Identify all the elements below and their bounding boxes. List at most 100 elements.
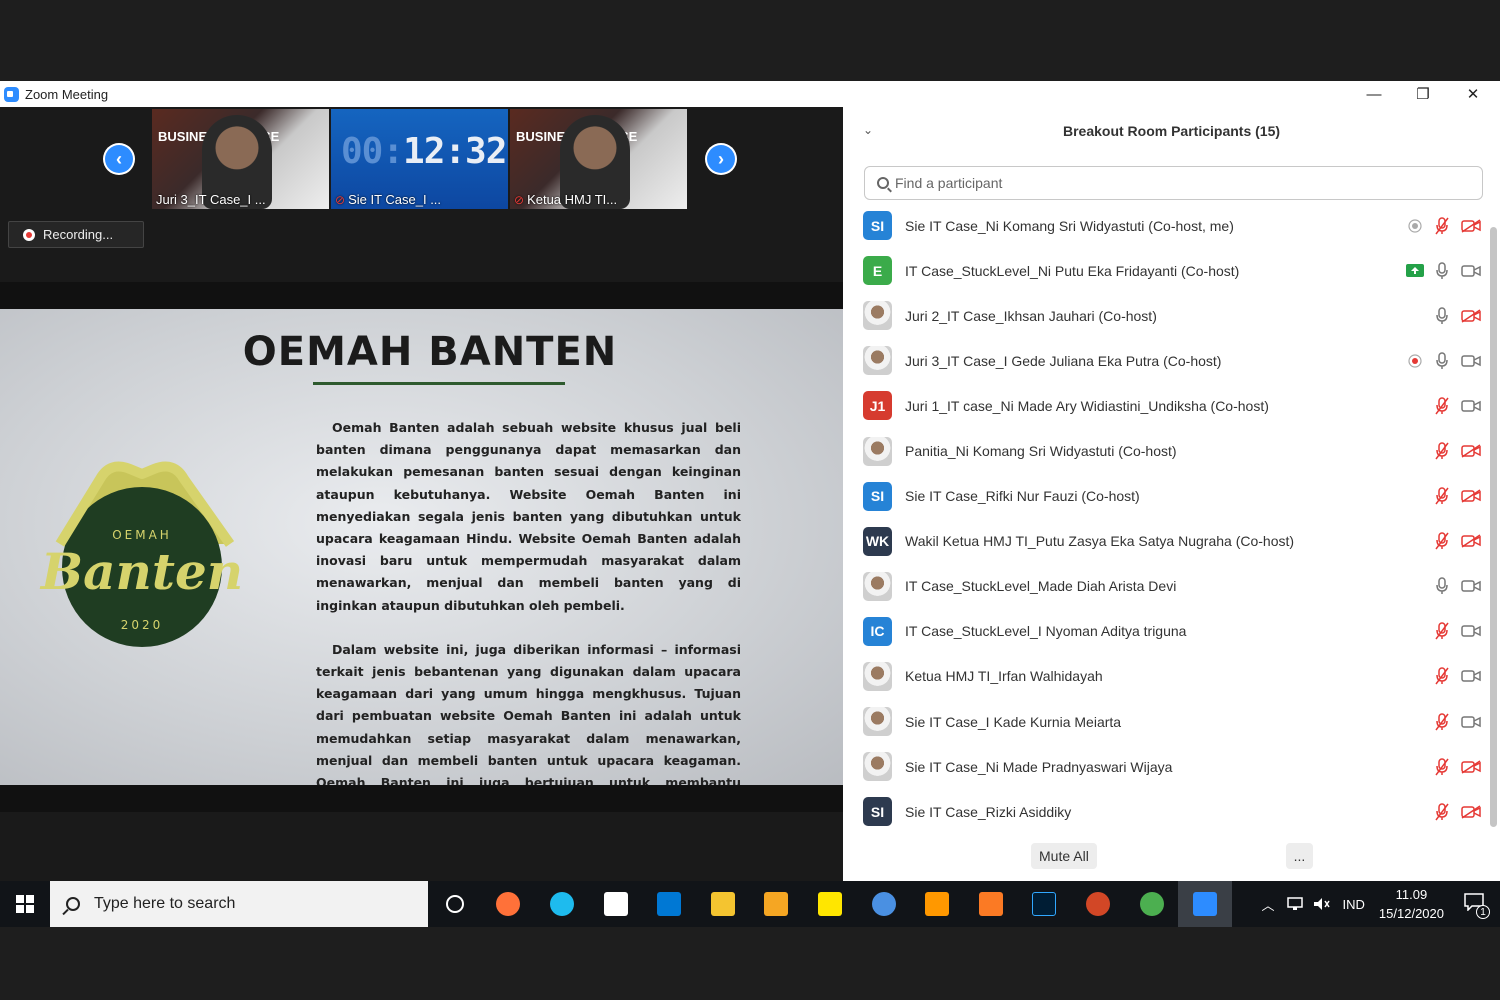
video-off-icon[interactable]	[1460, 487, 1482, 505]
taskbar-internet-explorer-button[interactable]	[535, 881, 589, 927]
video-thumbnail[interactable]: BUSINESS IT CASE Juri 3_IT Case_I ...	[152, 109, 329, 209]
participant-name: Ketua HMJ TI_Irfan Walhidayah	[905, 668, 1103, 685]
video-camera-icon[interactable]	[1460, 667, 1482, 685]
microphone-muted-icon[interactable]	[1433, 532, 1451, 550]
restore-button[interactable]: ❐	[1399, 81, 1447, 107]
participant-row[interactable]: SI Sie IT Case_Ni Komang Sri Widyastuti (…	[843, 203, 1490, 248]
video-off-icon[interactable]	[1460, 307, 1482, 325]
timer-display: 00:12:32	[341, 131, 507, 172]
microphone-icon[interactable]	[1433, 352, 1451, 370]
close-button[interactable]: ✕	[1449, 81, 1497, 107]
video-camera-icon[interactable]	[1460, 577, 1482, 595]
microphone-muted-icon[interactable]	[1433, 712, 1451, 731]
microphone-muted-icon[interactable]	[1433, 667, 1451, 685]
mic-muted-icon: ⊘	[335, 193, 346, 207]
video-off-icon[interactable]	[1460, 532, 1482, 550]
title-underline	[313, 382, 565, 385]
video-off-icon[interactable]	[1460, 442, 1482, 460]
microphone-muted-icon[interactable]	[1433, 442, 1451, 460]
video-camera-icon[interactable]	[1460, 397, 1482, 415]
mute-all-button[interactable]: Mute All	[1031, 843, 1097, 869]
participant-row[interactable]: J1 Juri 1_IT case_Ni Made Ary Widiastini_…	[843, 383, 1490, 428]
participant-row[interactable]: Ketua HMJ TI_Irfan Walhidayah	[843, 654, 1490, 699]
taskbar-media-player-button[interactable]	[750, 881, 804, 927]
video-camera-icon[interactable]	[1460, 713, 1482, 731]
participant-status-icons	[1424, 397, 1482, 415]
avatar: SI	[863, 797, 892, 827]
participant-row[interactable]: Juri 2_IT Case_Ikhsan Jauhari (Co-host)	[843, 293, 1490, 338]
video-off-icon[interactable]	[1460, 803, 1482, 821]
start-button[interactable]	[0, 881, 50, 927]
minimize-button[interactable]: —	[1350, 81, 1398, 107]
internet-explorer-icon	[549, 892, 574, 916]
video-camera-icon[interactable]	[1460, 352, 1482, 370]
participant-row[interactable]: Sie IT Case_I Kade Kurnia Meiarta	[843, 699, 1490, 744]
taskbar-task-view-button[interactable]	[428, 881, 482, 927]
taskbar-file-explorer-button[interactable]	[696, 881, 750, 927]
participant-row[interactable]: IT Case_StuckLevel_Made Diah Arista Devi	[843, 564, 1490, 609]
chevron-right-icon: ›	[707, 145, 735, 173]
participant-row[interactable]: Sie IT Case_Ni Made Pradnyaswari Wijaya	[843, 744, 1490, 789]
microphone-muted-icon[interactable]	[1433, 397, 1451, 415]
video-camera-icon[interactable]	[1460, 262, 1482, 280]
taskbar-clock[interactable]: 11.09 15/12/2020	[1379, 885, 1444, 923]
video-thumbnail[interactable]: BUSINESS IT CASE ⊘Ketua HMJ TI...	[510, 109, 687, 209]
participant-row[interactable]: Juri 3_IT Case_I Gede Juliana Eka Putra …	[843, 338, 1490, 383]
taskbar-store-button[interactable]	[589, 881, 643, 927]
share-border-top	[0, 282, 843, 309]
participant-status-icons	[1424, 442, 1482, 460]
previous-page-button[interactable]: ‹	[103, 143, 135, 175]
taskbar-zoom-button[interactable]	[1178, 881, 1232, 927]
network-icon[interactable]	[1286, 897, 1305, 911]
language-indicator[interactable]: IND	[1343, 897, 1365, 912]
participant-status-icons	[1397, 261, 1482, 280]
microphone-icon[interactable]	[1433, 261, 1451, 280]
recording-indicator[interactable]: Recording...	[8, 221, 144, 248]
participant-row[interactable]: SI Sie IT Case_Rifki Nur Fauzi (Co-host)	[843, 474, 1490, 519]
participant-name: Sie IT Case_Rifki Nur Fauzi (Co-host)	[905, 488, 1140, 505]
notifications-button[interactable]: 1	[1464, 893, 1490, 919]
taskbar-xampp-button[interactable]	[964, 881, 1018, 927]
volume-icon[interactable]	[1313, 897, 1331, 911]
participant-search-input[interactable]: Find a participant	[864, 166, 1483, 200]
participant-row[interactable]: WK Wakil Ketua HMJ TI_Putu Zasya Eka Saty…	[843, 519, 1490, 564]
participant-row[interactable]: IC IT Case_StuckLevel_I Nyoman Aditya tri…	[843, 609, 1490, 654]
next-page-button[interactable]: ›	[705, 143, 737, 175]
microphone-muted-icon[interactable]	[1433, 803, 1451, 821]
microphone-muted-icon[interactable]	[1433, 216, 1451, 235]
microphone-muted-icon[interactable]	[1433, 757, 1451, 776]
slide-body: Oemah Banten adalah sebuah website khusu…	[316, 417, 741, 785]
search-icon	[66, 897, 80, 911]
windows-logo-icon	[16, 895, 34, 913]
taskbar-sticky-notes-button[interactable]	[803, 881, 857, 927]
taskbar-sublime-text-button[interactable]	[910, 881, 964, 927]
participant-name: IT Case_StuckLevel_Ni Putu Eka Fridayant…	[905, 262, 1240, 279]
participant-list-scrollbar[interactable]	[1490, 227, 1497, 827]
video-camera-icon[interactable]	[1460, 622, 1482, 640]
taskbar-mail-button[interactable]	[642, 881, 696, 927]
participant-row[interactable]: SI Sie IT Case_Rizki Asiddiky	[843, 789, 1490, 834]
mic-muted-icon: ⊘	[514, 193, 525, 207]
participant-name: Juri 3_IT Case_I Gede Juliana Eka Putra …	[905, 352, 1222, 369]
taskbar-chrome-button[interactable]	[1125, 881, 1179, 927]
show-hidden-icons-icon[interactable]: ︿	[1262, 895, 1275, 914]
slide-paragraph: Dalam website ini, juga diberikan inform…	[316, 641, 741, 785]
microphone-icon[interactable]	[1433, 577, 1451, 595]
microphone-icon[interactable]	[1433, 306, 1451, 325]
participant-row[interactable]: E IT Case_StuckLevel_Ni Putu Eka Fridayan…	[843, 248, 1490, 293]
video-off-icon[interactable]	[1460, 217, 1482, 235]
video-thumbnail[interactable]: 00:12:32 ⊘ Sie IT Case_I ...	[331, 109, 508, 209]
taskbar-firefox-button[interactable]	[482, 881, 536, 927]
participant-row[interactable]: Panitia_Ni Komang Sri Widyastuti (Co-hos…	[843, 428, 1490, 473]
taskbar-photoshop-button[interactable]	[1018, 881, 1072, 927]
microphone-muted-icon[interactable]	[1433, 622, 1451, 640]
taskbar-chromium-button[interactable]	[857, 881, 911, 927]
recording-label: Recording...	[43, 227, 114, 242]
more-options-button[interactable]: ...	[1286, 843, 1313, 869]
video-off-icon[interactable]	[1460, 758, 1482, 776]
taskbar-powerpoint-button[interactable]	[1071, 881, 1125, 927]
taskbar-search-box[interactable]: Type here to search	[50, 881, 428, 927]
participant-status-icons	[1424, 577, 1482, 595]
avatar: SI	[863, 211, 892, 241]
microphone-muted-icon[interactable]	[1433, 487, 1451, 505]
